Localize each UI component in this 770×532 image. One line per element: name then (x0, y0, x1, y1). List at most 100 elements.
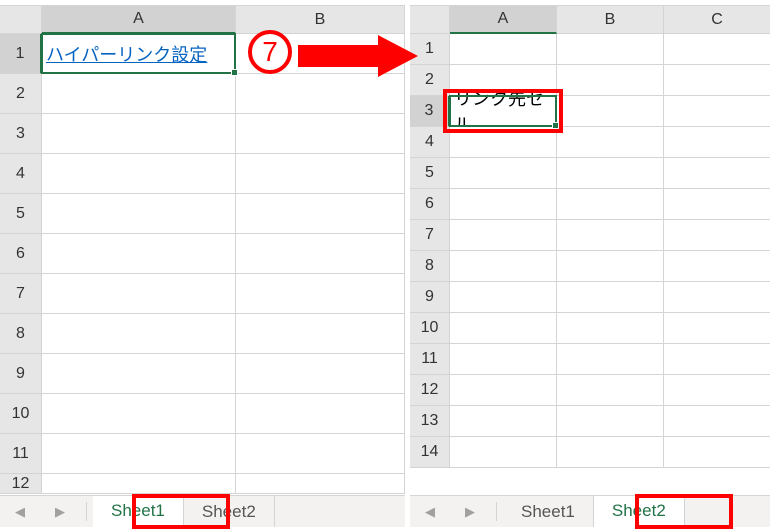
cell-A4[interactable] (42, 154, 236, 194)
select-all-corner[interactable] (410, 6, 450, 34)
select-all-corner[interactable] (0, 6, 42, 34)
row-header-12[interactable]: 12 (410, 375, 450, 406)
cell-A3[interactable] (42, 114, 236, 154)
column-header-A[interactable]: A (450, 6, 557, 34)
row-header-9[interactable]: 9 (0, 354, 42, 394)
cell-C11[interactable] (664, 344, 770, 375)
cell-A14[interactable] (450, 437, 557, 468)
sheet-tab-sheet1[interactable]: Sheet1 (503, 496, 594, 527)
cell-A5[interactable] (450, 158, 557, 189)
cell-C7[interactable] (664, 220, 770, 251)
row-header-10[interactable]: 10 (410, 313, 450, 344)
row-header-8[interactable]: 8 (410, 251, 450, 282)
cell-B2[interactable] (236, 74, 405, 114)
column-header-C[interactable]: C (664, 6, 770, 34)
cell-A9[interactable] (42, 354, 236, 394)
cell-A1[interactable]: ハイパーリンク設定 (42, 34, 236, 74)
tab-scroll-left[interactable]: ◀ (0, 496, 40, 527)
cell-B10[interactable] (557, 313, 664, 344)
row-header-7[interactable]: 7 (410, 220, 450, 251)
cell-C8[interactable] (664, 251, 770, 282)
row-header-12[interactable]: 12 (0, 474, 42, 494)
cell-B10[interactable] (236, 394, 405, 434)
row-header-3[interactable]: 3 (0, 114, 42, 154)
cell-A8[interactable] (450, 251, 557, 282)
column-header-B[interactable]: B (557, 6, 664, 34)
cell-B9[interactable] (236, 354, 405, 394)
cell-C12[interactable] (664, 375, 770, 406)
cell-B11[interactable] (236, 434, 405, 474)
tab-scroll-right[interactable]: ▶ (40, 496, 80, 527)
row-header-6[interactable]: 6 (410, 189, 450, 220)
row-header-7[interactable]: 7 (0, 274, 42, 314)
cell-B6[interactable] (557, 189, 664, 220)
cell-C9[interactable] (664, 282, 770, 313)
cell-C6[interactable] (664, 189, 770, 220)
cell-C2[interactable] (664, 65, 770, 96)
row-header-10[interactable]: 10 (0, 394, 42, 434)
row-header-5[interactable]: 5 (410, 158, 450, 189)
cell-C10[interactable] (664, 313, 770, 344)
cell-B13[interactable] (557, 406, 664, 437)
cell-B3[interactable] (236, 114, 405, 154)
column-header-B[interactable]: B (236, 6, 405, 34)
cell-B2[interactable] (557, 65, 664, 96)
row-header-9[interactable]: 9 (410, 282, 450, 313)
cell-B5[interactable] (557, 158, 664, 189)
row-header-5[interactable]: 5 (0, 194, 42, 234)
tab-scroll-right[interactable]: ▶ (450, 496, 490, 527)
row-header-11[interactable]: 11 (410, 344, 450, 375)
cell-A4[interactable] (450, 127, 557, 158)
hyperlink-text[interactable]: ハイパーリンク設定 (46, 41, 207, 67)
cell-C5[interactable] (664, 158, 770, 189)
row-header-1[interactable]: 1 (0, 34, 42, 74)
cell-B1[interactable] (557, 34, 664, 65)
cell-A12[interactable] (42, 474, 236, 494)
row-header-2[interactable]: 2 (0, 74, 42, 114)
cell-A7[interactable] (450, 220, 557, 251)
cell-A7[interactable] (42, 274, 236, 314)
cell-A2[interactable] (42, 74, 236, 114)
cell-A10[interactable] (450, 313, 557, 344)
sheet-tab-sheet1[interactable]: Sheet1 (93, 496, 184, 527)
cell-C14[interactable] (664, 437, 770, 468)
cell-B9[interactable] (557, 282, 664, 313)
cell-C4[interactable] (664, 127, 770, 158)
row-header-3[interactable]: 3 (410, 96, 450, 127)
row-header-4[interactable]: 4 (410, 127, 450, 158)
cell-B4[interactable] (557, 127, 664, 158)
cell-B12[interactable] (236, 474, 405, 494)
cell-C13[interactable] (664, 406, 770, 437)
row-header-11[interactable]: 11 (0, 434, 42, 474)
cell-A3[interactable]: リンク先セル (450, 96, 557, 127)
cell-A13[interactable] (450, 406, 557, 437)
cell-A12[interactable] (450, 375, 557, 406)
row-header-6[interactable]: 6 (0, 234, 42, 274)
cell-A6[interactable] (42, 234, 236, 274)
tab-scroll-left[interactable]: ◀ (410, 496, 450, 527)
cell-A5[interactable] (42, 194, 236, 234)
cell-B12[interactable] (557, 375, 664, 406)
cell-B6[interactable] (236, 234, 405, 274)
sheet-tab-sheet2[interactable]: Sheet2 (594, 496, 685, 527)
cell-C1[interactable] (664, 34, 770, 65)
cell-A6[interactable] (450, 189, 557, 220)
cell-B5[interactable] (236, 194, 405, 234)
cell-B11[interactable] (557, 344, 664, 375)
cell-B4[interactable] (236, 154, 405, 194)
cell-B8[interactable] (236, 314, 405, 354)
cell-B7[interactable] (236, 274, 405, 314)
cell-B7[interactable] (557, 220, 664, 251)
cell-A11[interactable] (450, 344, 557, 375)
cell-A10[interactable] (42, 394, 236, 434)
cell-A9[interactable] (450, 282, 557, 313)
cell-B3[interactable] (557, 96, 664, 127)
cell-B14[interactable] (557, 437, 664, 468)
row-header-4[interactable]: 4 (0, 154, 42, 194)
cell-A11[interactable] (42, 434, 236, 474)
cell-A1[interactable] (450, 34, 557, 65)
row-header-13[interactable]: 13 (410, 406, 450, 437)
row-header-14[interactable]: 14 (410, 437, 450, 468)
row-header-8[interactable]: 8 (0, 314, 42, 354)
sheet-tab-sheet2[interactable]: Sheet2 (184, 496, 275, 527)
